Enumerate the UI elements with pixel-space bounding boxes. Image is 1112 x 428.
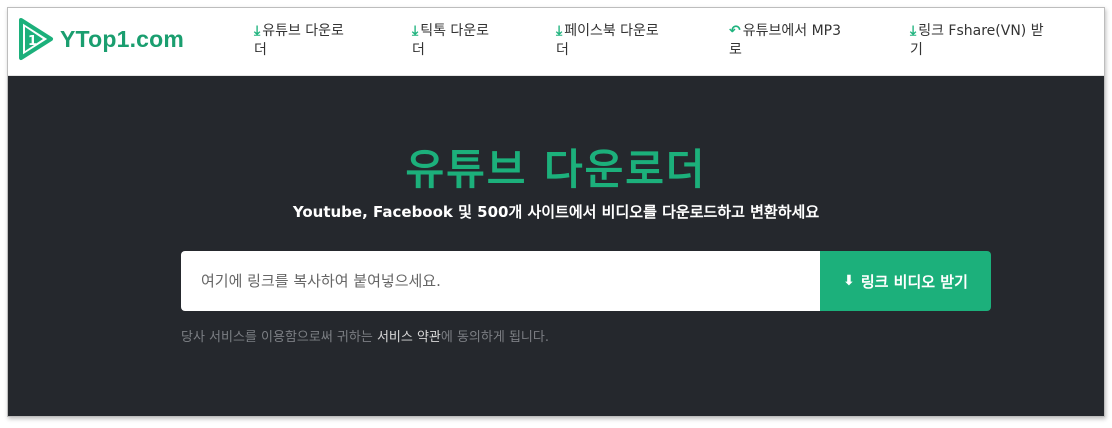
nav-label-wrap: 더: [556, 42, 569, 58]
nav-label: 유튜브에서 MP3: [742, 23, 842, 39]
terms-notice: 당사 서비스를 이용함으로써 귀하는 서비스 약관에 동의하게 됩니다.: [181, 326, 549, 345]
nav-facebook-downloader[interactable]: ⤓ 페이스북 다운로 더: [556, 22, 659, 60]
hero-subtitle: Youtube, Facebook 및 500개 사이트에서 비디오를 다운로드…: [292, 203, 820, 221]
download-icon: ⤓: [412, 23, 419, 39]
get-video-button[interactable]: ⬇ 링크 비디오 받기: [820, 251, 991, 311]
nav-label: 틱톡 다운로: [420, 23, 490, 39]
nav-youtube-downloader[interactable]: ⤓ 유튜브 다운로 더: [254, 22, 344, 60]
get-video-button-label: 링크 비디오 받기: [860, 272, 968, 291]
terms-link[interactable]: 서비스 약관: [377, 330, 441, 345]
download-icon: ⤓: [910, 23, 917, 39]
nav-youtube-to-mp3[interactable]: ↶ 유튜브에서 MP3 로: [729, 22, 841, 60]
hero-section: 유튜브 다운로더 Youtube, Facebook 및 500개 사이트에서 …: [8, 76, 1104, 416]
download-icon: ⤓: [556, 23, 563, 39]
nav-label-wrap: 기: [910, 42, 923, 58]
nav-label: 링크 Fshare(VN) 받: [918, 23, 1044, 39]
nav-label-wrap: 로: [729, 42, 742, 58]
terms-suffix: 에 동의하게 됩니다.: [440, 330, 549, 345]
svg-text:1: 1: [28, 34, 37, 49]
play-logo-icon: 1: [19, 18, 53, 60]
nav-label-wrap: 더: [254, 42, 267, 58]
site-logo[interactable]: 1 YTop1.com: [18, 17, 184, 61]
logo-text: YTop1.com: [60, 25, 185, 52]
download-icon: ⤓: [254, 23, 261, 39]
convert-icon: ↶: [729, 23, 741, 39]
nav-tiktok-downloader[interactable]: ⤓ 틱톡 다운로 더: [412, 22, 489, 60]
nav-label: 유튜브 다운로: [262, 23, 344, 39]
nav-label: 페이스북 다운로: [564, 23, 659, 39]
nav-fshare-link[interactable]: ⤓ 링크 Fshare(VN) 받 기: [910, 22, 1044, 60]
browser-frame: 1 YTop1.com ⤓ 유튜브 다운로 더 ⤓ 틱톡 다운로 더 ⤓ 페이스북 다…: [7, 7, 1105, 417]
top-navbar: 1 YTop1.com ⤓ 유튜브 다운로 더 ⤓ 틱톡 다운로 더 ⤓ 페이스북 다…: [8, 8, 1104, 76]
url-input[interactable]: [181, 251, 821, 311]
terms-prefix: 당사 서비스를 이용함으로써 귀하는: [181, 330, 377, 345]
nav-label-wrap: 더: [412, 42, 425, 58]
download-icon: ⬇: [843, 273, 855, 289]
hero-title: 유튜브 다운로더: [405, 145, 707, 194]
